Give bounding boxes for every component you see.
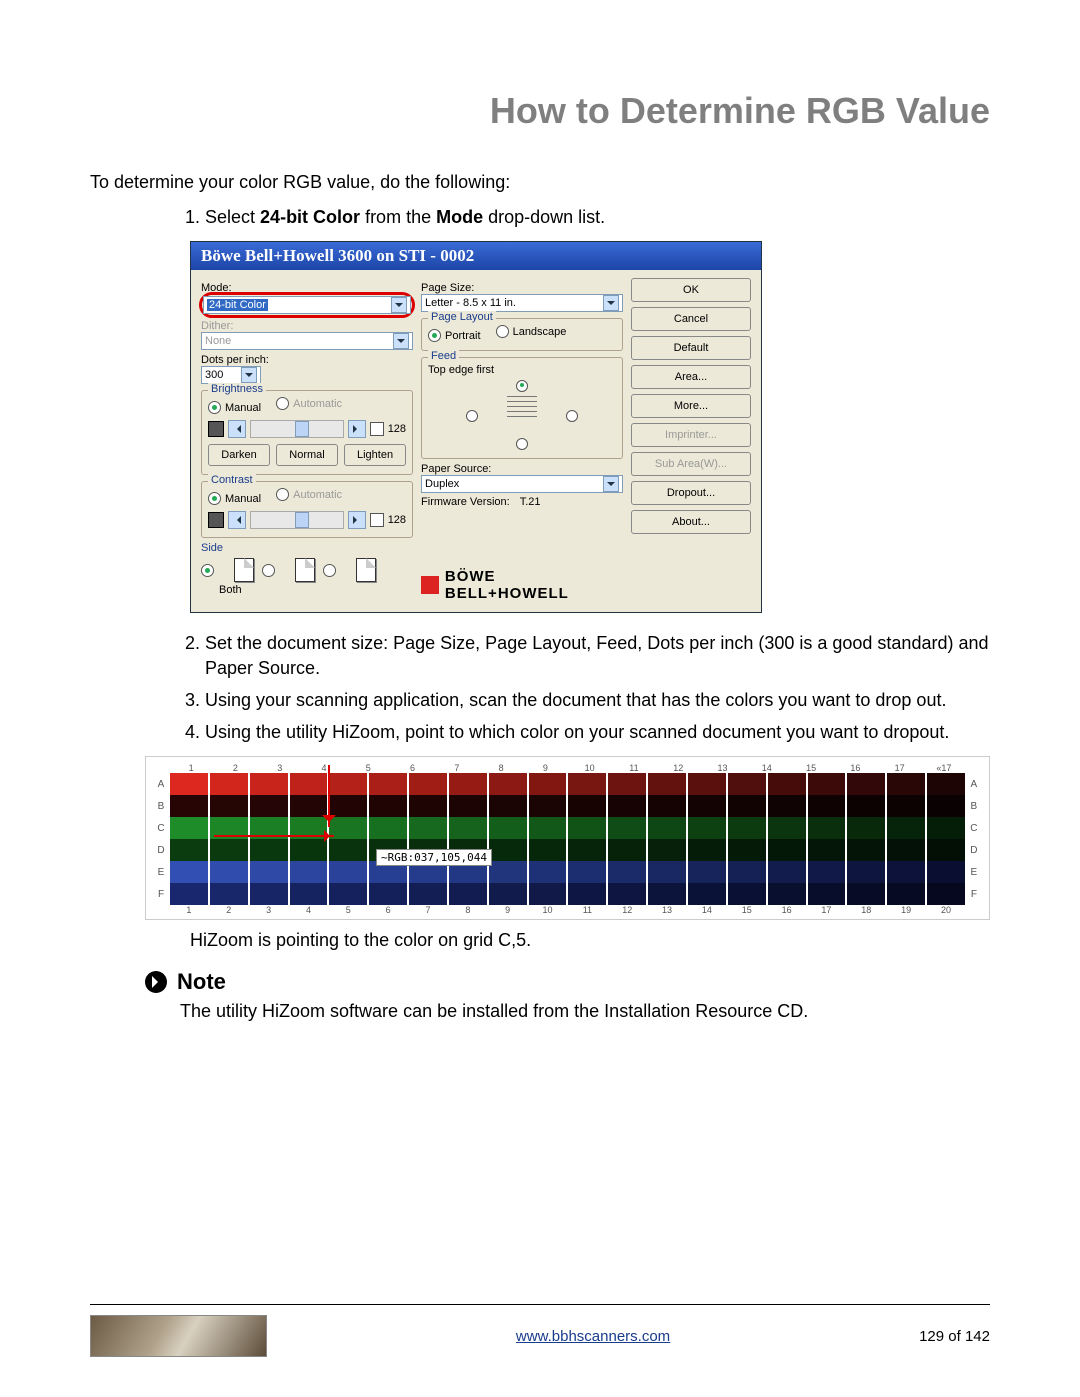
dpi-value: 300 bbox=[205, 369, 223, 381]
chevron-down-icon[interactable] bbox=[241, 367, 257, 383]
contrast-manual-radio[interactable]: Manual bbox=[208, 492, 261, 505]
landscape-radio[interactable]: Landscape bbox=[496, 325, 567, 338]
default-button[interactable]: Default bbox=[631, 336, 751, 360]
scanner-dialog: Böwe Bell+Howell 3600 on STI - 0002 Mode… bbox=[190, 241, 762, 613]
bbh-logo: BÖWE BELL+HOWELL bbox=[421, 568, 623, 602]
note-heading: Note bbox=[145, 969, 990, 995]
contrast-slider[interactable]: 128 bbox=[208, 511, 406, 529]
side-selector[interactable] bbox=[201, 558, 413, 582]
footer-thumbnail bbox=[90, 1315, 267, 1357]
pointer-arrow-right-icon bbox=[214, 835, 334, 837]
chevron-down-icon[interactable] bbox=[393, 333, 409, 349]
step-3: 3. Using your scanning application, scan… bbox=[185, 688, 990, 712]
swatch-dark-icon bbox=[208, 421, 224, 437]
note-arrow-icon bbox=[145, 971, 167, 993]
contrast-checkbox[interactable] bbox=[370, 513, 384, 527]
contrast-value: 128 bbox=[388, 514, 406, 526]
subarea-button[interactable]: Sub Area(W)... bbox=[631, 452, 751, 476]
contrast-group: Contrast Manual Automatic 128 bbox=[201, 481, 413, 538]
more-button[interactable]: More... bbox=[631, 394, 751, 418]
area-button[interactable]: Area... bbox=[631, 365, 751, 389]
pointer-arrow-down-icon bbox=[328, 765, 330, 827]
footer-url-link[interactable]: www.bbhscanners.com bbox=[516, 1328, 670, 1345]
feed-diagram[interactable] bbox=[428, 380, 616, 450]
brightness-auto-radio[interactable]: Automatic bbox=[276, 397, 342, 410]
side-both-label: Both bbox=[219, 584, 413, 596]
arrow-left-icon[interactable] bbox=[228, 420, 246, 438]
contrast-auto-radio[interactable]: Automatic bbox=[276, 488, 342, 501]
page-icon bbox=[295, 558, 315, 582]
grid-caption: HiZoom is pointing to the color on grid … bbox=[190, 930, 990, 951]
grid-row: BB bbox=[154, 795, 981, 817]
dither-value: None bbox=[205, 335, 231, 347]
rgb-tooltip: ~RGB:037,105,044 bbox=[376, 849, 492, 866]
chevron-down-icon[interactable] bbox=[603, 476, 619, 492]
normal-button[interactable]: Normal bbox=[276, 444, 338, 466]
pagelayout-legend: Page Layout bbox=[428, 311, 496, 323]
logo-icon bbox=[421, 576, 439, 594]
feed-legend: Feed bbox=[428, 350, 459, 362]
side-label: Side bbox=[201, 542, 413, 554]
page-number: 129 of 142 bbox=[919, 1328, 990, 1345]
page-footer: www.bbhscanners.com 129 of 142 bbox=[90, 1304, 990, 1357]
dpi-label: Dots per inch: bbox=[201, 354, 413, 366]
cancel-button[interactable]: Cancel bbox=[631, 307, 751, 331]
brightness-manual-radio[interactable]: Manual bbox=[208, 401, 261, 414]
grid-row: FF bbox=[154, 883, 981, 905]
portrait-radio[interactable]: Portrait bbox=[428, 329, 480, 342]
step-4: 4. Using the utility HiZoom, point to wh… bbox=[185, 720, 990, 744]
red-highlight-ring: 24-bit Color bbox=[199, 292, 415, 318]
brightness-group: Brightness Manual Automatic 128 bbox=[201, 390, 413, 475]
dither-dropdown[interactable]: None bbox=[201, 332, 413, 350]
page-icon bbox=[234, 558, 254, 582]
step-1: 1. Select 24-bit Color from the Mode dro… bbox=[185, 205, 990, 229]
grid-row: EE bbox=[154, 861, 981, 883]
dropout-button[interactable]: Dropout... bbox=[631, 481, 751, 505]
arrow-right-icon[interactable] bbox=[348, 511, 366, 529]
note-body: The utility HiZoom software can be insta… bbox=[180, 1001, 990, 1022]
fw-label: Firmware Version: bbox=[421, 496, 510, 508]
mode-value: 24-bit Color bbox=[207, 299, 268, 311]
about-button[interactable]: About... bbox=[631, 510, 751, 534]
brightness-checkbox[interactable] bbox=[370, 422, 384, 436]
dpi-dropdown[interactable]: 300 bbox=[201, 366, 261, 384]
page-icon bbox=[356, 558, 376, 582]
step-2: 2. Set the document size: Page Size, Pag… bbox=[185, 631, 990, 680]
feed-group: Feed Top edge first bbox=[421, 357, 623, 459]
grid-top-numbers: 1234567891011121314151617«17 bbox=[154, 763, 981, 773]
swatch-dark-icon bbox=[208, 512, 224, 528]
page-title: How to Determine RGB Value bbox=[90, 90, 990, 132]
papersrc-label: Paper Source: bbox=[421, 463, 623, 475]
fw-value: T.21 bbox=[520, 496, 541, 508]
mode-dropdown[interactable]: 24-bit Color bbox=[203, 296, 411, 314]
grid-row: DD bbox=[154, 839, 981, 861]
imprinter-button[interactable]: Imprinter... bbox=[631, 423, 751, 447]
brightness-value: 128 bbox=[388, 423, 406, 435]
chevron-down-icon[interactable] bbox=[603, 295, 619, 311]
feed-top-label: Top edge first bbox=[428, 364, 616, 376]
contrast-legend: Contrast bbox=[208, 474, 256, 486]
papersrc-value: Duplex bbox=[425, 478, 459, 490]
intro-text: To determine your color RGB value, do th… bbox=[90, 172, 990, 193]
grid-bottom-numbers: 1234567891011121314151617181920 bbox=[154, 905, 981, 915]
hizoom-grid: 1234567891011121314151617«17 AABBCCDDEEF… bbox=[145, 756, 990, 920]
ok-button[interactable]: OK bbox=[631, 278, 751, 302]
arrow-right-icon[interactable] bbox=[348, 420, 366, 438]
papersrc-dropdown[interactable]: Duplex bbox=[421, 475, 623, 493]
grid-row: AA bbox=[154, 773, 981, 795]
dialog-titlebar: Böwe Bell+Howell 3600 on STI - 0002 bbox=[191, 242, 761, 270]
pagesize-value: Letter - 8.5 x 11 in. bbox=[425, 297, 516, 309]
dither-label: Dither: bbox=[201, 320, 413, 332]
chevron-down-icon[interactable] bbox=[391, 297, 407, 313]
brightness-slider[interactable]: 128 bbox=[208, 420, 406, 438]
brightness-legend: Brightness bbox=[208, 383, 266, 395]
arrow-left-icon[interactable] bbox=[228, 511, 246, 529]
lighten-button[interactable]: Lighten bbox=[344, 444, 406, 466]
pagesize-dropdown[interactable]: Letter - 8.5 x 11 in. bbox=[421, 294, 623, 312]
pagesize-label: Page Size: bbox=[421, 282, 623, 294]
pagelayout-group: Page Layout Portrait Landscape bbox=[421, 318, 623, 351]
darken-button[interactable]: Darken bbox=[208, 444, 270, 466]
